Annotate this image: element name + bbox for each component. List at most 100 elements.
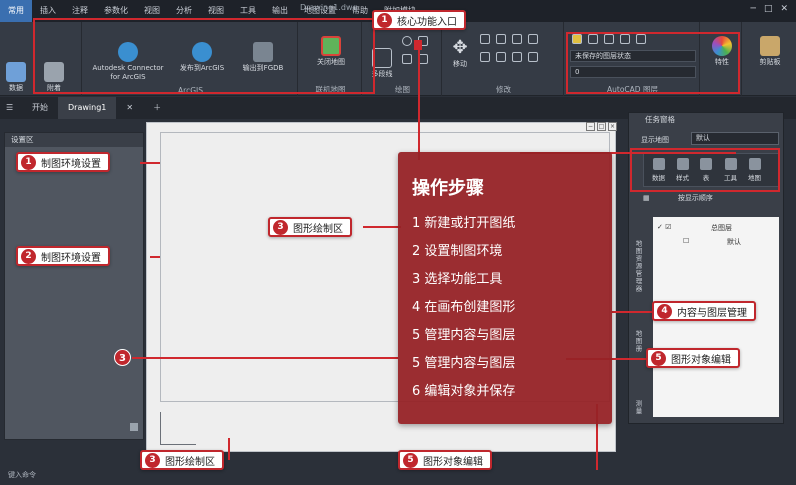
callout-label: 制图环境设置: [41, 158, 101, 170]
vtab-survey[interactable]: 测量: [632, 400, 643, 415]
connector-ribbon-dot: [414, 40, 422, 50]
resize-handle[interactable]: [130, 423, 138, 431]
callout-badge: 3: [273, 219, 288, 235]
vtab-map-explorer[interactable]: 地图资源管理器: [632, 240, 643, 293]
callout-label: 核心功能入口: [397, 16, 457, 28]
circle-icon[interactable]: [402, 36, 412, 46]
window-controls: ─ □ ✕: [751, 4, 788, 14]
move-button[interactable]: ✥ 移动: [448, 38, 472, 69]
callout-label: 制图环境设置: [41, 252, 101, 264]
step-item: 2 设置制图环境: [412, 244, 503, 259]
callout-badge: 1: [377, 12, 392, 28]
step-item: 5 管理内容与图层: [412, 328, 516, 343]
settings-panel-title: 设置区: [5, 133, 143, 147]
tree-item-all-layers[interactable]: 总图层: [711, 223, 732, 233]
tab-home[interactable]: 常用: [0, 0, 32, 22]
callout-badge: 5: [403, 452, 418, 468]
viewport-close-icon[interactable]: ×: [608, 122, 617, 131]
clipboard-button[interactable]: 剪贴板: [752, 36, 788, 67]
settings-panel: 设置区: [4, 132, 144, 440]
display-map-dropdown[interactable]: 默认: [691, 132, 779, 145]
ribbon-group-modify: ✥ 移动 修改: [444, 22, 564, 96]
new-tab-icon[interactable]: ＋: [143, 97, 171, 119]
callout-badge: 2: [21, 248, 36, 264]
callout-badge: 1: [21, 154, 36, 170]
close-tab-icon[interactable]: ✕: [116, 97, 143, 119]
ribbon-group-clipboard: 剪贴板: [744, 22, 796, 96]
callout-core-functions: 1 核心功能入口: [372, 10, 466, 30]
callout-env-setup-2: 2 制图环境设置: [16, 246, 110, 266]
copy-icon[interactable]: [512, 34, 522, 44]
step-item: 1 新建或打开图纸: [412, 216, 516, 231]
stretch-icon[interactable]: [496, 52, 506, 62]
step-item: 3 选择功能工具: [412, 272, 503, 287]
connector-content: [612, 311, 654, 313]
highlight-layer-group: [566, 32, 740, 94]
ucs-x-axis-icon: [160, 444, 196, 445]
callout-object-edit-right: 5 图形对象编辑: [646, 348, 740, 368]
array-icon[interactable]: [528, 52, 538, 62]
tab-drawing1[interactable]: Drawing1: [58, 97, 117, 119]
step-item: 5 管理内容与图层: [412, 356, 516, 371]
window-title: Drawing1.dwg: [300, 3, 358, 12]
callout-env-setup-1: 1 制图环境设置: [16, 152, 110, 172]
callout-label: 图形绘制区: [293, 223, 343, 235]
tree-expand-icon[interactable]: ✓ ☑: [657, 223, 671, 231]
tree-checkbox-icon[interactable]: ☐: [683, 237, 689, 245]
tree-item-default[interactable]: 默认: [727, 237, 741, 247]
maximize-icon[interactable]: □: [764, 4, 773, 14]
mirror-icon[interactable]: [528, 34, 538, 44]
callout-object-edit-bottom: 5 图形对象编辑: [398, 450, 492, 470]
draw-order-label[interactable]: 按显示顺序: [678, 194, 713, 202]
rotate-icon[interactable]: [480, 34, 490, 44]
highlight-task-tools: [630, 148, 780, 192]
callout-label: 图形绘制区: [165, 456, 215, 468]
connector-ribbon-down: [418, 50, 420, 160]
connector-env2: [150, 256, 160, 258]
callout-badge: 3: [145, 452, 160, 468]
ribbon-group-draw-label: 绘图: [395, 85, 410, 94]
callout-canvas-bottom: 3 图形绘制区: [140, 450, 224, 470]
data-button[interactable]: 数据: [6, 62, 26, 93]
task-pane-title: 任务窗格: [645, 115, 675, 124]
callout-label: 图形对象编辑: [423, 456, 483, 468]
clipboard-icon: [760, 36, 780, 56]
ucs-y-axis-icon: [160, 412, 161, 444]
database-icon: [6, 62, 26, 82]
callout-badge: 4: [657, 303, 672, 319]
display-map-label: 显示地图: [641, 136, 669, 144]
close-icon[interactable]: ✕: [780, 4, 788, 14]
ribbon-group-draw: 多段线 绘图: [364, 22, 442, 96]
connector-canvas-left: [132, 357, 398, 359]
draw-order-toolbar: ▦ 按显示顺序: [643, 193, 779, 207]
viewport-minimize-icon[interactable]: −: [586, 122, 595, 131]
ribbon-group-modify-label: 修改: [496, 85, 511, 94]
connector-canvas-bottom: [228, 438, 230, 460]
callout-label: 内容与图层管理: [677, 307, 747, 319]
highlight-ribbon-left: [33, 18, 375, 94]
move-icon: ✥: [452, 37, 468, 58]
connector-env1: [140, 162, 160, 164]
callout-content-layers: 4 内容与图层管理: [652, 301, 756, 321]
minimize-icon[interactable]: ─: [751, 4, 756, 14]
callout-badge: 5: [651, 350, 666, 366]
command-line[interactable]: 键入命令: [8, 470, 36, 480]
menu-icon[interactable]: ☰: [0, 97, 22, 119]
steps-panel: 操作步骤 1 新建或打开图纸 2 设置制图环境 3 选择功能工具 4 在画布创建…: [398, 152, 612, 424]
callout-canvas-mid: 3 图形绘制区: [268, 217, 352, 237]
connector-canvas-mid: [363, 226, 401, 228]
step-item: 4 在画布创建图形: [412, 300, 516, 315]
polyline-icon: [372, 48, 392, 68]
trim-icon[interactable]: [496, 34, 506, 44]
steps-title: 操作步骤: [412, 178, 484, 199]
tab-start[interactable]: 开始: [22, 97, 58, 119]
scale-icon[interactable]: [512, 52, 522, 62]
callout-label: 图形对象编辑: [671, 354, 731, 366]
viewport-restore-icon[interactable]: □: [597, 122, 606, 131]
step-item: 6 编辑对象并保存: [412, 384, 516, 399]
callout-canvas-left-badge: 3: [114, 349, 131, 366]
draw-order-icon[interactable]: ▦: [643, 194, 650, 202]
fillet-icon[interactable]: [480, 52, 490, 62]
vtab-map-book[interactable]: 地图册: [632, 330, 643, 353]
arc-icon[interactable]: [402, 54, 412, 64]
